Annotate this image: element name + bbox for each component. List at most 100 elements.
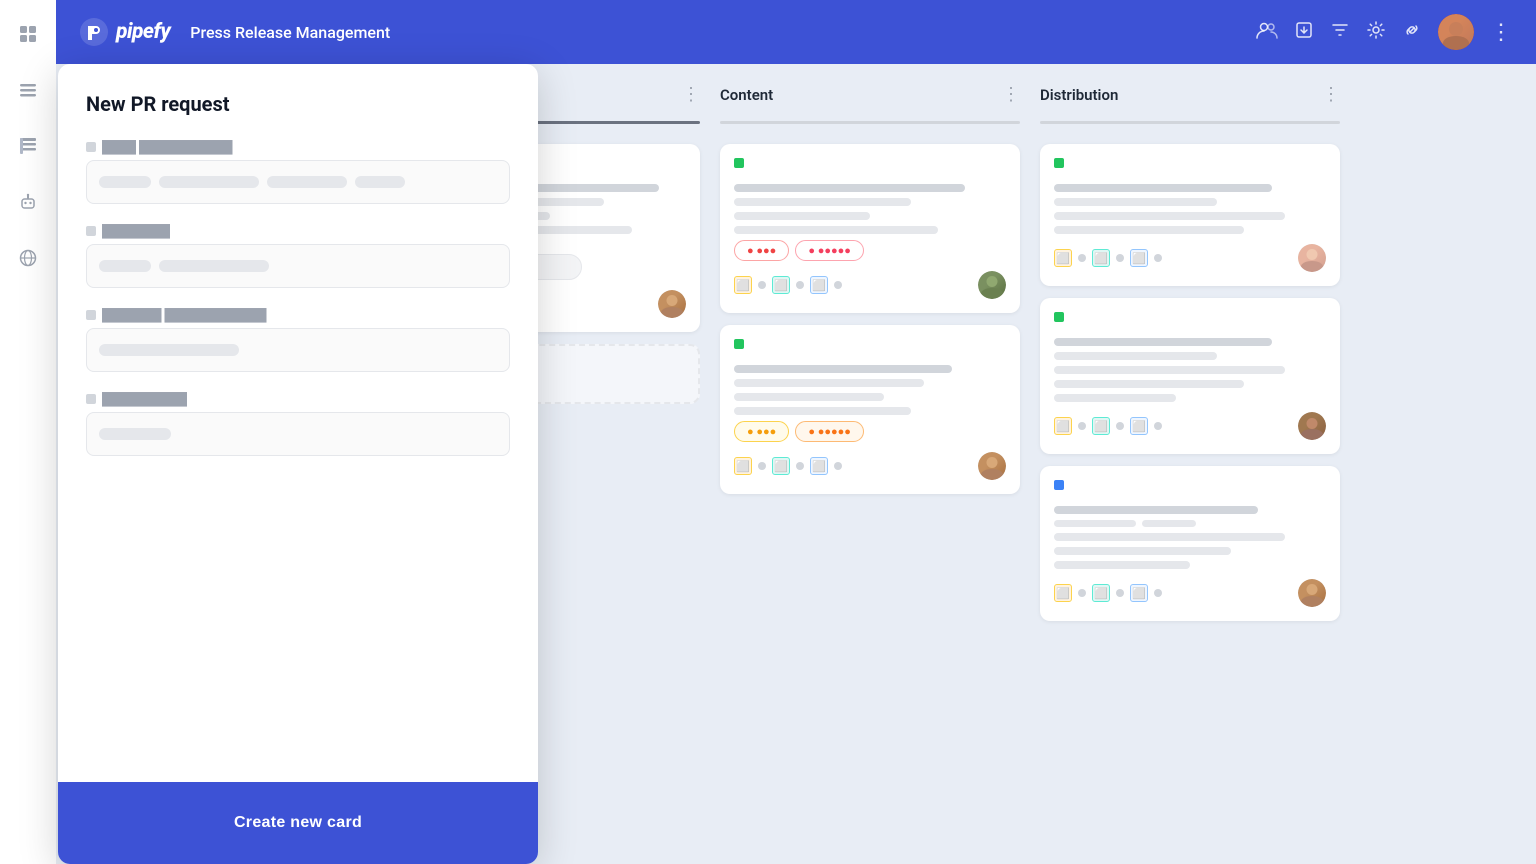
badge-red: ● ●●● [734, 240, 789, 261]
card-line [1054, 506, 1258, 514]
card-d3[interactable]: ⬜ ⬜ ⬜ [1040, 466, 1340, 621]
footer-icon-orange: ⬜ [734, 457, 752, 475]
card-c2-badges: ● ●●● ● ●●●●● [734, 421, 1006, 442]
form-input-3[interactable] [86, 328, 510, 372]
card-c2-tags [734, 339, 1006, 357]
card-line [1054, 212, 1285, 220]
sidebar-item-bot[interactable] [10, 184, 46, 220]
settings-icon[interactable] [1366, 20, 1386, 45]
card-line [1054, 198, 1217, 206]
card-c1-avatar [978, 271, 1006, 299]
card-c2[interactable]: ● ●●● ● ●●●●● ⬜ ⬜ ⬜ [720, 325, 1020, 494]
input-skel [99, 260, 151, 272]
card-footer-icons: ⬜ ⬜ ⬜ [1054, 417, 1162, 435]
form-input-4[interactable] [86, 412, 510, 456]
sidebar-item-list[interactable] [10, 72, 46, 108]
sidebar-item-grid[interactable] [10, 16, 46, 52]
input-skel [99, 428, 171, 440]
card-line [734, 393, 884, 401]
column-menu-distribution[interactable]: ⋮ [1322, 84, 1340, 105]
link-icon[interactable] [1402, 20, 1422, 45]
form-label-dot [86, 226, 96, 236]
card-line [1054, 366, 1285, 374]
input-skel [267, 176, 347, 188]
column-menu-layout[interactable]: ⋮ [682, 84, 700, 105]
form-group-4: ██████████ [86, 392, 510, 456]
column-menu-content[interactable]: ⋮ [1002, 84, 1020, 105]
footer-dot [1078, 254, 1086, 262]
card-tag-blue [1054, 480, 1064, 490]
input-skel [99, 344, 239, 356]
card-d1[interactable]: ⬜ ⬜ ⬜ [1040, 144, 1340, 286]
footer-icon-blue: ⬜ [1130, 417, 1148, 435]
form-group-1: ████ ███████████ [86, 140, 510, 204]
footer-dot [1116, 254, 1124, 262]
card-d2[interactable]: ⬜ ⬜ ⬜ [1040, 298, 1340, 454]
sidebar-item-table[interactable] [10, 128, 46, 164]
form-label-dot [86, 310, 96, 320]
column-line-content [720, 121, 1020, 124]
card-c1[interactable]: ● ●●● ● ●●●●● ⬜ ⬜ ⬜ [720, 144, 1020, 313]
card-line [734, 212, 870, 220]
column-header-content: Content ⋮ [720, 84, 1020, 105]
card-d2-tags [1054, 312, 1326, 330]
users-icon[interactable] [1256, 19, 1278, 46]
export-icon[interactable] [1294, 20, 1314, 45]
card-l1-avatar [658, 290, 686, 318]
form-group-2: ████████ [86, 224, 510, 288]
modal-title: New PR request [86, 92, 510, 116]
input-skel [355, 176, 405, 188]
input-skel [159, 260, 269, 272]
footer-icon-teal: ⬜ [1092, 584, 1110, 602]
column-title-distribution: Distribution [1040, 86, 1314, 104]
card-d2-footer: ⬜ ⬜ ⬜ [1054, 412, 1326, 440]
header-avatar[interactable] [1438, 14, 1474, 50]
card-line [734, 407, 911, 415]
footer-icon-teal: ⬜ [772, 457, 790, 475]
filter-icon[interactable] [1330, 20, 1350, 45]
sidebar-item-globe[interactable] [10, 240, 46, 276]
form-label-2: ████████ [102, 224, 170, 238]
logo: pipefy [80, 18, 170, 46]
form-label-dot [86, 142, 96, 152]
input-skel [159, 176, 259, 188]
card-d1-avatar [1298, 244, 1326, 272]
footer-dot [796, 462, 804, 470]
footer-icon-teal: ⬜ [1092, 417, 1110, 435]
footer-icon-orange: ⬜ [1054, 584, 1072, 602]
form-label-row-4: ██████████ [86, 392, 510, 406]
footer-icon-orange: ⬜ [1054, 417, 1072, 435]
badge-yellow: ● ●●● [734, 421, 789, 442]
card-tag-green [734, 158, 744, 168]
card-d2-avatar [1298, 412, 1326, 440]
footer-icon-blue: ⬜ [1130, 249, 1148, 267]
card-line [1054, 394, 1176, 402]
card-c1-tags [734, 158, 1006, 176]
footer-icon-orange: ⬜ [734, 276, 752, 294]
more-icon[interactable]: ⋮ [1490, 20, 1512, 45]
footer-dot [834, 281, 842, 289]
card-line [1054, 380, 1244, 388]
form-input-1[interactable] [86, 160, 510, 204]
card-line [1054, 561, 1190, 569]
form-label-row-1: ████ ███████████ [86, 140, 510, 154]
create-new-card-button[interactable]: Create new card [86, 800, 510, 846]
card-d3-avatar [1298, 579, 1326, 607]
footer-icon-teal: ⬜ [772, 276, 790, 294]
card-line [734, 198, 911, 206]
card-d3-tags [1054, 480, 1326, 498]
form-label-row-2: ████████ [86, 224, 510, 238]
card-c2-footer: ⬜ ⬜ ⬜ [734, 452, 1006, 480]
card-line [1054, 184, 1272, 192]
column-distribution: Distribution ⋮ ⬜ ⬜ [1040, 84, 1340, 844]
card-line [734, 365, 952, 373]
footer-icon-blue: ⬜ [1130, 584, 1148, 602]
footer-dot [1154, 422, 1162, 430]
card-d3-footer: ⬜ ⬜ ⬜ [1054, 579, 1326, 607]
form-input-2[interactable] [86, 244, 510, 288]
card-line [1142, 520, 1196, 527]
modal-footer: Create new card [58, 782, 538, 864]
footer-dot [796, 281, 804, 289]
footer-dot [1078, 589, 1086, 597]
input-skel [99, 176, 151, 188]
